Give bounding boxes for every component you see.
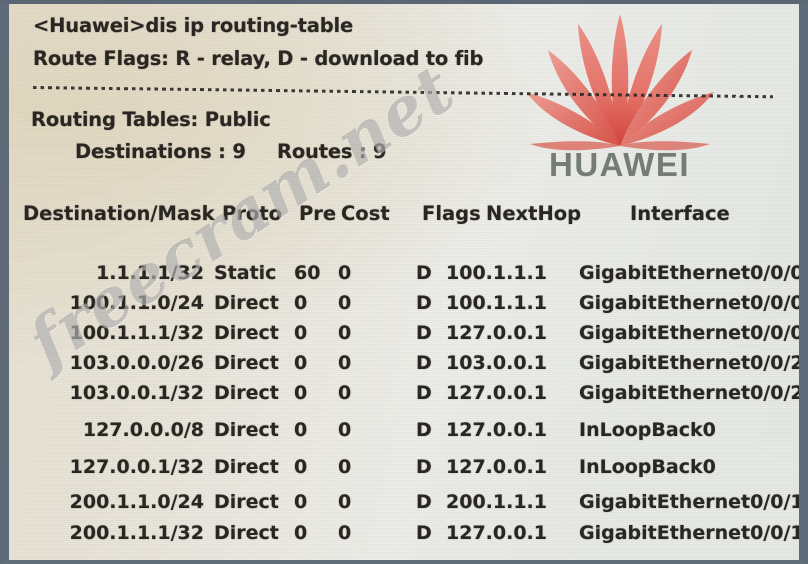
cell-nexthop: 127.0.0.1	[446, 322, 547, 344]
cell-nexthop: 100.1.1.1	[446, 292, 547, 314]
cell-proto: Direct	[214, 522, 279, 544]
cell-proto: Direct	[214, 292, 279, 314]
cell-interface: GigabitEthernet0/0/0	[579, 262, 799, 284]
cell-cost: 0	[338, 419, 352, 441]
table-row: 127.0.0.0/8 Direct 0 0 D 127.0.0.1 InLoo…	[9, 419, 799, 449]
cell-interface: GigabitEthernet0/0/2	[579, 382, 799, 404]
cell-cost: 0	[338, 292, 352, 314]
cell-interface: GigabitEthernet0/0/0	[579, 292, 799, 314]
cell-proto: Direct	[214, 352, 279, 374]
table-row: 200.1.1.1/32 Direct 0 0 D 127.0.0.1 Giga…	[9, 522, 799, 552]
column-header-proto: Proto	[222, 202, 283, 225]
cell-pre: 60	[294, 262, 321, 284]
cell-flags: D	[416, 456, 432, 478]
cell-destination: 200.1.1.1/32	[69, 522, 204, 544]
column-header-pre: Pre	[299, 202, 337, 225]
cell-cost: 0	[338, 352, 352, 374]
cell-flags: D	[416, 419, 432, 441]
cell-pre: 0	[294, 522, 308, 544]
cell-nexthop: 100.1.1.1	[446, 262, 547, 284]
cell-proto: Direct	[214, 456, 279, 478]
column-header-interface: Interface	[630, 202, 730, 225]
table-row: 127.0.0.1/32 Direct 0 0 D 127.0.0.1 InLo…	[9, 456, 799, 486]
cell-pre: 0	[294, 322, 308, 344]
column-header-flags: Flags	[422, 202, 481, 225]
column-header-nexthop: NextHop	[486, 202, 582, 225]
cell-interface: GigabitEthernet0/0/1	[579, 522, 799, 544]
cell-pre: 0	[294, 382, 308, 404]
cell-nexthop: 127.0.0.1	[446, 419, 547, 441]
cell-pre: 0	[294, 419, 308, 441]
cell-flags: D	[416, 292, 432, 314]
cell-cost: 0	[338, 456, 352, 478]
cell-proto: Direct	[214, 419, 279, 441]
cell-pre: 0	[294, 491, 308, 513]
cell-interface: GigabitEthernet0/0/2	[579, 352, 799, 374]
cell-nexthop: 200.1.1.1	[446, 491, 547, 513]
cell-destination: 1.1.1.1/32	[96, 262, 204, 284]
table-row: 200.1.1.0/24 Direct 0 0 D 200.1.1.1 Giga…	[9, 491, 799, 521]
cell-flags: D	[416, 322, 432, 344]
column-header-cost: Cost	[341, 202, 390, 225]
cell-flags: D	[416, 491, 432, 513]
cell-destination: 200.1.1.0/24	[69, 491, 204, 513]
screenshot-root: HUAWEI <Huawei>dis ip routing-table Rout…	[0, 0, 808, 564]
cell-nexthop: 127.0.0.1	[446, 382, 547, 404]
cell-proto: Direct	[214, 322, 279, 344]
table-row: 103.0.0.0/26 Direct 0 0 D 103.0.0.1 Giga…	[9, 352, 799, 382]
cell-cost: 0	[338, 382, 352, 404]
cell-destination: 100.1.1.0/24	[69, 292, 204, 314]
cell-flags: D	[416, 382, 432, 404]
cell-destination: 100.1.1.1/32	[69, 322, 204, 344]
cell-proto: Direct	[214, 491, 279, 513]
column-header-destination: Destination/Mask	[23, 202, 215, 225]
terminal-output-surface: HUAWEI <Huawei>dis ip routing-table Rout…	[9, 4, 799, 560]
table-row: 100.1.1.0/24 Direct 0 0 D 100.1.1.1 Giga…	[9, 292, 799, 322]
table-row: 103.0.0.1/32 Direct 0 0 D 127.0.0.1 Giga…	[9, 382, 799, 412]
cell-destination: 103.0.0.1/32	[69, 382, 204, 404]
cell-interface: InLoopBack0	[579, 419, 716, 441]
cell-nexthop: 127.0.0.1	[446, 522, 547, 544]
cell-interface: GigabitEthernet0/0/0	[579, 322, 799, 344]
cell-cost: 0	[338, 491, 352, 513]
cell-interface: GigabitEthernet0/0/1	[579, 491, 799, 513]
table-row: 1.1.1.1/32 Static 60 0 D 100.1.1.1 Gigab…	[9, 262, 799, 292]
cell-proto: Direct	[214, 382, 279, 404]
cell-cost: 0	[338, 322, 352, 344]
cell-pre: 0	[294, 456, 308, 478]
cell-nexthop: 127.0.0.1	[446, 456, 547, 478]
cell-destination: 103.0.0.0/26	[69, 352, 204, 374]
cell-destination: 127.0.0.1/32	[69, 456, 204, 478]
cell-proto: Static	[214, 262, 277, 284]
cell-cost: 0	[338, 522, 352, 544]
routing-table: Destination/Mask Proto Pre Cost Flags Ne…	[9, 4, 799, 560]
table-row: 100.1.1.1/32 Direct 0 0 D 127.0.0.1 Giga…	[9, 322, 799, 352]
cell-interface: InLoopBack0	[579, 456, 716, 478]
cell-pre: 0	[294, 292, 308, 314]
cell-destination: 127.0.0.0/8	[82, 419, 204, 441]
cell-nexthop: 103.0.0.1	[446, 352, 547, 374]
cell-pre: 0	[294, 352, 308, 374]
table-header-row: Destination/Mask Proto Pre Cost Flags Ne…	[9, 202, 799, 232]
cell-cost: 0	[338, 262, 352, 284]
cell-flags: D	[416, 522, 432, 544]
cell-flags: D	[416, 262, 432, 284]
cell-flags: D	[416, 352, 432, 374]
